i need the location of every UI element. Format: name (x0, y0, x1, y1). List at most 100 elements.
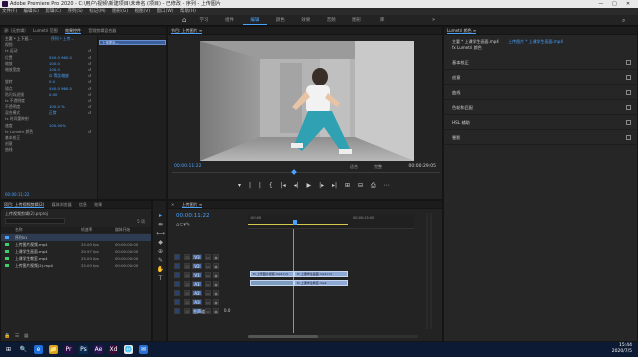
timeline-scroll-thumb[interactable] (248, 335, 318, 338)
tool-icon[interactable]: ▸ (156, 211, 165, 220)
program-quality-select[interactable]: 完整 (374, 164, 382, 170)
export-frame-icon[interactable]: ⎙ (371, 182, 376, 189)
effect-controls-timecode[interactable]: 00:00:11:22 (5, 192, 29, 197)
master-clip-label[interactable]: 主要 * 上下班... (5, 36, 32, 41)
menu-clip[interactable]: 剪辑(C) (45, 9, 61, 14)
after-effects-icon[interactable]: Ae (94, 345, 103, 354)
track-target-button[interactable] (174, 254, 180, 260)
workspace-tab-graphics[interactable]: 图形 (345, 17, 369, 24)
tab-effect-controls[interactable]: 效果控件 (64, 28, 81, 34)
menu-markers[interactable]: 标记(M) (89, 9, 105, 14)
search-icon[interactable]: 🔍 (19, 345, 28, 354)
extract-icon[interactable]: ⊟ (358, 182, 363, 189)
track-eye-icon[interactable]: ◉ (213, 290, 219, 296)
add-marker-icon[interactable]: ▾ (238, 182, 241, 189)
workspace-tab-audio[interactable]: 音频 (319, 17, 343, 24)
lumetri-master-clip[interactable]: 主要 * 上课学生画面.mp4 (452, 39, 499, 44)
timeline-clip-a1-b[interactable]: fx 上课学生教室.mp4 (294, 280, 348, 286)
track-lock-icon[interactable]: ⊡ (184, 254, 190, 260)
program-fit-select[interactable]: 适合 (350, 164, 358, 170)
program-playhead-icon[interactable] (291, 169, 297, 175)
workspace-tab-libraries[interactable]: 库 (370, 17, 394, 24)
track-name[interactable]: A1 (192, 281, 202, 287)
file-explorer-icon[interactable]: 📁 (49, 345, 58, 354)
minimize-button[interactable]: — (595, 0, 607, 8)
column-media-start[interactable]: 媒体开始 (115, 227, 130, 233)
section-enable-checkbox[interactable] (626, 75, 631, 80)
close-button[interactable]: ✕ (622, 0, 634, 8)
project-list-item[interactable]: 上课学生画面.mp4 29.97 fps 00:00:00:00 (1, 248, 151, 255)
section-enable-checkbox[interactable] (626, 60, 631, 65)
track-sync-icon[interactable]: ▭ (205, 254, 211, 260)
timeline-horizontal-scrollbar[interactable] (248, 335, 418, 338)
section-enable-checkbox[interactable] (626, 120, 631, 125)
tool-icon[interactable]: ✎ (156, 256, 165, 265)
lock-icon[interactable]: 🔒 (4, 333, 10, 339)
tool-icon[interactable]: ⇹ (156, 220, 165, 229)
mail-icon[interactable]: ✉ (139, 345, 148, 354)
timeline-settings-icon[interactable]: ✎ (186, 222, 190, 228)
project-list-item[interactable]: 上传图片视频.mp4 25.00 fps 00:00:00:00 (1, 241, 151, 248)
track-eye-icon[interactable]: ◉ (213, 299, 219, 305)
track-name[interactable]: 主声道 (192, 308, 205, 314)
tab-lumetri-color[interactable]: Lumetri 颜色 ≡ (447, 28, 477, 34)
lumetri-section[interactable]: 基本校正 (444, 55, 637, 70)
icon-view-icon[interactable]: ▦ (24, 333, 29, 339)
timeline-playhead-icon[interactable] (293, 220, 297, 225)
workspace-tab-assembly[interactable]: 组件 (217, 17, 241, 24)
lumetri-sequence-clip[interactable]: 上传图片 * 上课学生画面.mp4 (508, 39, 563, 44)
system-clock[interactable]: 15:44 2020/7/5 (612, 343, 632, 355)
premiere-icon[interactable]: Pr (64, 345, 73, 354)
tool-icon[interactable]: ◆ (156, 238, 165, 247)
edge-icon[interactable]: e (34, 345, 43, 354)
list-view-icon[interactable]: ☰ (15, 333, 19, 339)
search-icon[interactable]: ⌕ (622, 17, 625, 24)
workspace-tab-editing[interactable]: 编辑 (242, 17, 267, 25)
track-eye-icon[interactable]: ◉ (213, 272, 219, 278)
track-name[interactable]: V1 (192, 272, 202, 278)
menu-graphics[interactable]: 图形(G) (112, 9, 128, 14)
menu-sequence[interactable]: 序列(S) (67, 9, 82, 14)
track-sync-icon[interactable]: ▭ (205, 263, 211, 269)
lumetri-section[interactable]: 创意 (444, 70, 637, 85)
track-lock-icon[interactable]: ⊡ (184, 299, 190, 305)
step-forward-start-icon[interactable]: ◂| (294, 182, 299, 189)
go-to-out-icon[interactable]: ▸| (332, 182, 337, 189)
track-eye-icon[interactable]: ◉ (213, 308, 219, 314)
track-sync-icon[interactable]: ▭ (205, 299, 211, 305)
track-name[interactable]: A3 (192, 299, 202, 305)
section-enable-checkbox[interactable] (626, 90, 631, 95)
tab-project[interactable]: 项目: 上传视频剪辑(2) (4, 202, 45, 208)
column-name[interactable]: 名称 (15, 227, 23, 233)
program-timecode[interactable]: 00:00:11:22 (174, 164, 201, 169)
workspace-tab-learn[interactable]: 学习 (192, 17, 216, 24)
timeline-timecode[interactable]: 00:00:11:22 (176, 213, 210, 219)
lumetri-section[interactable]: 曲线 (444, 85, 637, 100)
workspace-tab-color[interactable]: 颜色 (268, 17, 292, 24)
track-target-button[interactable] (174, 263, 180, 269)
section-enable-checkbox[interactable] (626, 135, 631, 140)
track-lock-icon[interactable]: ⊡ (184, 308, 190, 314)
play-icon[interactable]: ▶ (307, 182, 312, 189)
track-eye-icon[interactable]: ◉ (213, 263, 219, 269)
keyframe-clip-bar[interactable]: 上传图片... (99, 40, 166, 45)
work-area-bar[interactable] (248, 224, 348, 225)
track-target-button[interactable] (174, 299, 180, 305)
timeline-clip-a1-a[interactable] (250, 280, 294, 286)
track-sync-icon[interactable]: ▭ (205, 290, 211, 296)
lumetri-section[interactable]: 晕影 (444, 130, 637, 145)
workspace-tab-effects[interactable]: 效果 (294, 17, 318, 24)
menu-help[interactable]: 帮助(H) (180, 9, 196, 14)
tab-lumetri-scopes[interactable]: Lumetri 范围 (33, 28, 58, 33)
tab-audio-clip-mixer[interactable]: 音频剪辑混合器 (88, 28, 116, 33)
column-fps[interactable]: 帧速率 (81, 227, 92, 233)
effect-keyframe-area[interactable]: 上传图片... (97, 36, 166, 199)
lumetri-section[interactable]: HSL 辅助 (444, 115, 637, 130)
track-target-button[interactable] (174, 281, 180, 287)
tool-icon[interactable]: ⊕ (156, 247, 165, 256)
photoshop-icon[interactable]: Ps (79, 345, 88, 354)
tab-media-browser[interactable]: 媒体浏览器 (52, 202, 72, 207)
tool-icon[interactable]: T (156, 274, 165, 283)
track-sync-icon[interactable]: ▭ (205, 281, 211, 287)
track-eye-icon[interactable]: ◉ (213, 281, 219, 287)
